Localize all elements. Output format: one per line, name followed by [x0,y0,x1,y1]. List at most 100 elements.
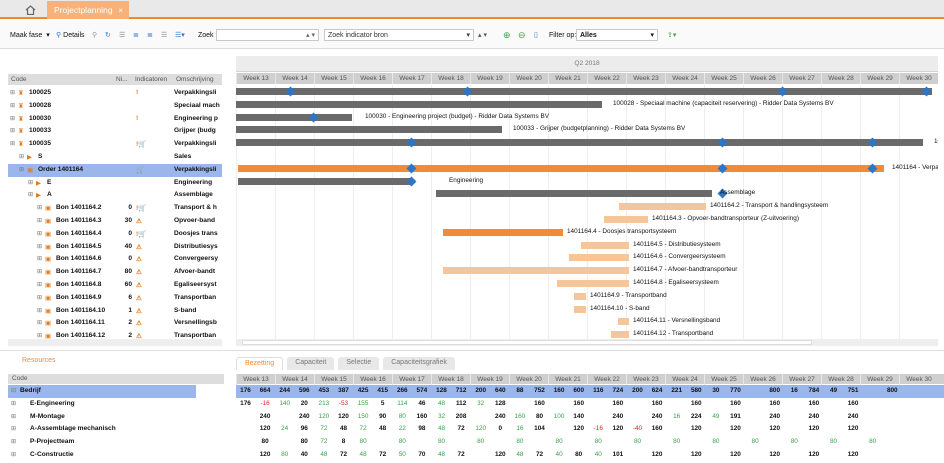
expand-icon[interactable]: ⊞ [10,115,15,122]
bar-b6[interactable] [569,254,629,262]
zoom-out-icon[interactable]: ⊖ [518,28,526,42]
tree-row[interactable]: ⊞ ▣ Bon 1401164.8 60 ⚠ Egaliseersyst [8,279,222,292]
fit-icon[interactable]: ▯ [534,28,538,42]
export-icon[interactable]: ⇪▾ [667,28,676,42]
filter-select[interactable]: Alles ▾ [576,29,658,41]
tree-row[interactable]: ⊞ ▣ Bon 1401164.7 80 ⚠ Afvoer-bandt [8,266,222,279]
tree-row[interactable]: ⊞ ▣ Bon 1401164.2 0 !🛒 Transport & h [8,202,222,215]
tree-row[interactable]: ⊞ ▶ E Engineering [8,177,222,190]
expand-icon[interactable]: ⊞ [28,179,33,186]
bar-100025[interactable] [236,88,932,95]
splitter[interactable] [0,350,944,355]
filter-disabled-icon[interactable]: ⚲ [92,28,97,42]
col-indicatoren[interactable]: Indicatoren [135,76,167,83]
indent-icon[interactable]: ≣ [133,28,139,42]
expand-icon[interactable]: ⊞ [37,268,42,275]
bar-100035[interactable] [236,139,923,147]
left-scrollbar[interactable] [8,339,222,346]
expand-icon[interactable]: ⊞ [37,217,42,224]
bar-b11[interactable] [618,318,629,326]
tab-capaciteitsgrafiek[interactable]: Capaciteitsgrafiek [383,357,455,370]
expand-icon[interactable]: ⊞ [19,166,24,173]
expand-icon[interactable]: ⊞ [37,230,42,237]
col-omschrijving[interactable]: Omschrijving [176,76,220,83]
tab-bezetting[interactable]: Bezetting [236,357,284,370]
col-code[interactable]: Code [11,76,27,83]
details-button[interactable]: ⚲ Details [56,28,85,42]
resource-row[interactable]: ⊟ Bedrijf [8,385,196,398]
expand-icon[interactable]: ⊞ [37,307,42,314]
tree-row[interactable]: ⊞ ♜ 100025 ! Verpakkingsli [8,87,222,100]
expand-icon[interactable]: ⊞ [11,400,16,407]
bar-100030[interactable] [236,113,352,121]
tab-selectie[interactable]: Selectie [338,357,380,370]
tree-row[interactable]: ⊞ ▶ S Sales [8,151,222,164]
tree-row[interactable]: ⊞ ▣ Bon 1401164.4 0 !🛒 Doosjes trans [8,228,222,241]
bar-100033[interactable] [236,126,502,134]
col-ni[interactable]: Ni... [116,76,128,83]
bar-b5[interactable] [581,241,629,249]
resource-row[interactable]: ⊞ C-Constructie [8,449,224,462]
expand-icon[interactable]: ⊞ [37,319,42,326]
list-icon[interactable]: ☰ [161,28,167,42]
tree-row[interactable]: ⊞ ▣ Bon 1401164.9 6 ⚠ Transportban [8,292,222,305]
resources-tab[interactable]: Resources [22,357,55,369]
expand-icon[interactable]: ⊞ [11,425,16,432]
bar-b12[interactable] [611,331,629,339]
expand-icon[interactable]: ⊞ [37,281,42,288]
expand-icon[interactable]: ⊞ [10,127,15,134]
tab-projectplanning[interactable]: Projectplanning × [47,1,129,19]
zoek-indicator-input[interactable]: Zoek indicator bron ▾ [324,29,474,41]
tree-row[interactable]: ⊞ ♜ 100033 Grijper (budg [8,125,222,138]
expand-icon[interactable]: ⊞ [37,255,42,262]
bar-b10[interactable] [574,305,586,313]
expand-icon[interactable]: ⊞ [37,204,42,211]
bar-b7[interactable] [443,267,629,275]
bar-100028[interactable] [236,100,602,108]
expand-icon[interactable]: ⊞ [37,294,42,301]
tree-row[interactable]: ⊞ ♜ 100028 Speciaal mach [8,100,222,113]
tree-row[interactable]: ⊞ ▣ Bon 1401164.5 40 ⚠ Distributiesys [8,241,222,254]
bar-order[interactable] [238,164,884,172]
up-down-arrows-icon[interactable]: ▴ ▾ [478,28,487,42]
tree-row[interactable]: ⊞ ♜ 100035 !🛒 Verpakkingsli [8,138,222,151]
home-icon[interactable] [22,2,38,17]
expand-icon[interactable]: ⊞ [11,413,16,420]
tree-row[interactable]: ⊞ ♜ 100030 ! Engineering p [8,113,222,126]
tree-row[interactable]: ⊞ ▣ Bon 1401164.11 2 ⚠ Versnellingsb [8,317,222,330]
tab-capaciteit[interactable]: Capaciteit [287,357,335,370]
outdent-icon[interactable]: ≣ [147,28,153,42]
bar-b9[interactable] [574,292,586,300]
resource-row[interactable]: ⊞ M-Montage [8,411,224,424]
expand-icon[interactable]: ⊞ [19,153,24,160]
tree-row[interactable]: ⊞ ▣ Order 1401164 🛒 Verpakkingsli [8,163,222,177]
resource-row[interactable]: ⊞ E-Engineering [8,398,224,411]
tree-row[interactable]: ⊞ ▶ A Assemblage [8,189,222,202]
expand-icon[interactable]: ⊞ [28,191,33,198]
bar-b2[interactable] [619,203,706,211]
tree-row[interactable]: ⊞ ▣ Bon 1401164.10 1 ⚠ S-band [8,305,222,318]
gantt-scrollbar[interactable] [236,339,938,346]
close-icon[interactable]: × [118,6,123,15]
expand-icon[interactable]: ⊟ [11,387,16,394]
bar-engineering[interactable] [238,177,411,185]
collapse-icon[interactable]: ☰ [119,28,125,42]
tree-row[interactable]: ⊞ ▣ Bon 1401164.3 30 ⚠ Opvoer-band [8,215,222,228]
view-options-icon[interactable]: ☰▾ [175,28,185,42]
bar-b8[interactable] [557,280,629,287]
maak-fase-button[interactable]: Maak fase ▾ [10,28,50,42]
tree-row[interactable]: ⊞ ▣ Bon 1401164.6 0 ⚠ Convergeersy [8,253,222,266]
bar-b3[interactable] [604,216,648,223]
bar-assemblage[interactable] [436,190,712,198]
expand-icon[interactable]: ⊞ [10,140,15,147]
zoek-select[interactable]: ▴ ▾ [216,29,319,41]
expand-icon[interactable]: ⊞ [10,102,15,109]
expand-icon[interactable]: ⊞ [11,438,16,445]
expand-icon[interactable]: ⊞ [11,451,16,458]
zoom-in-icon[interactable]: ⊕ [503,28,511,42]
resource-row[interactable]: ⊞ P-Projectteam [8,436,224,449]
bar-b4[interactable] [443,228,563,236]
expand-icon[interactable]: ⊞ [37,243,42,250]
resource-header[interactable]: Code [8,374,224,384]
refresh-icon[interactable]: ↻ [105,28,111,42]
